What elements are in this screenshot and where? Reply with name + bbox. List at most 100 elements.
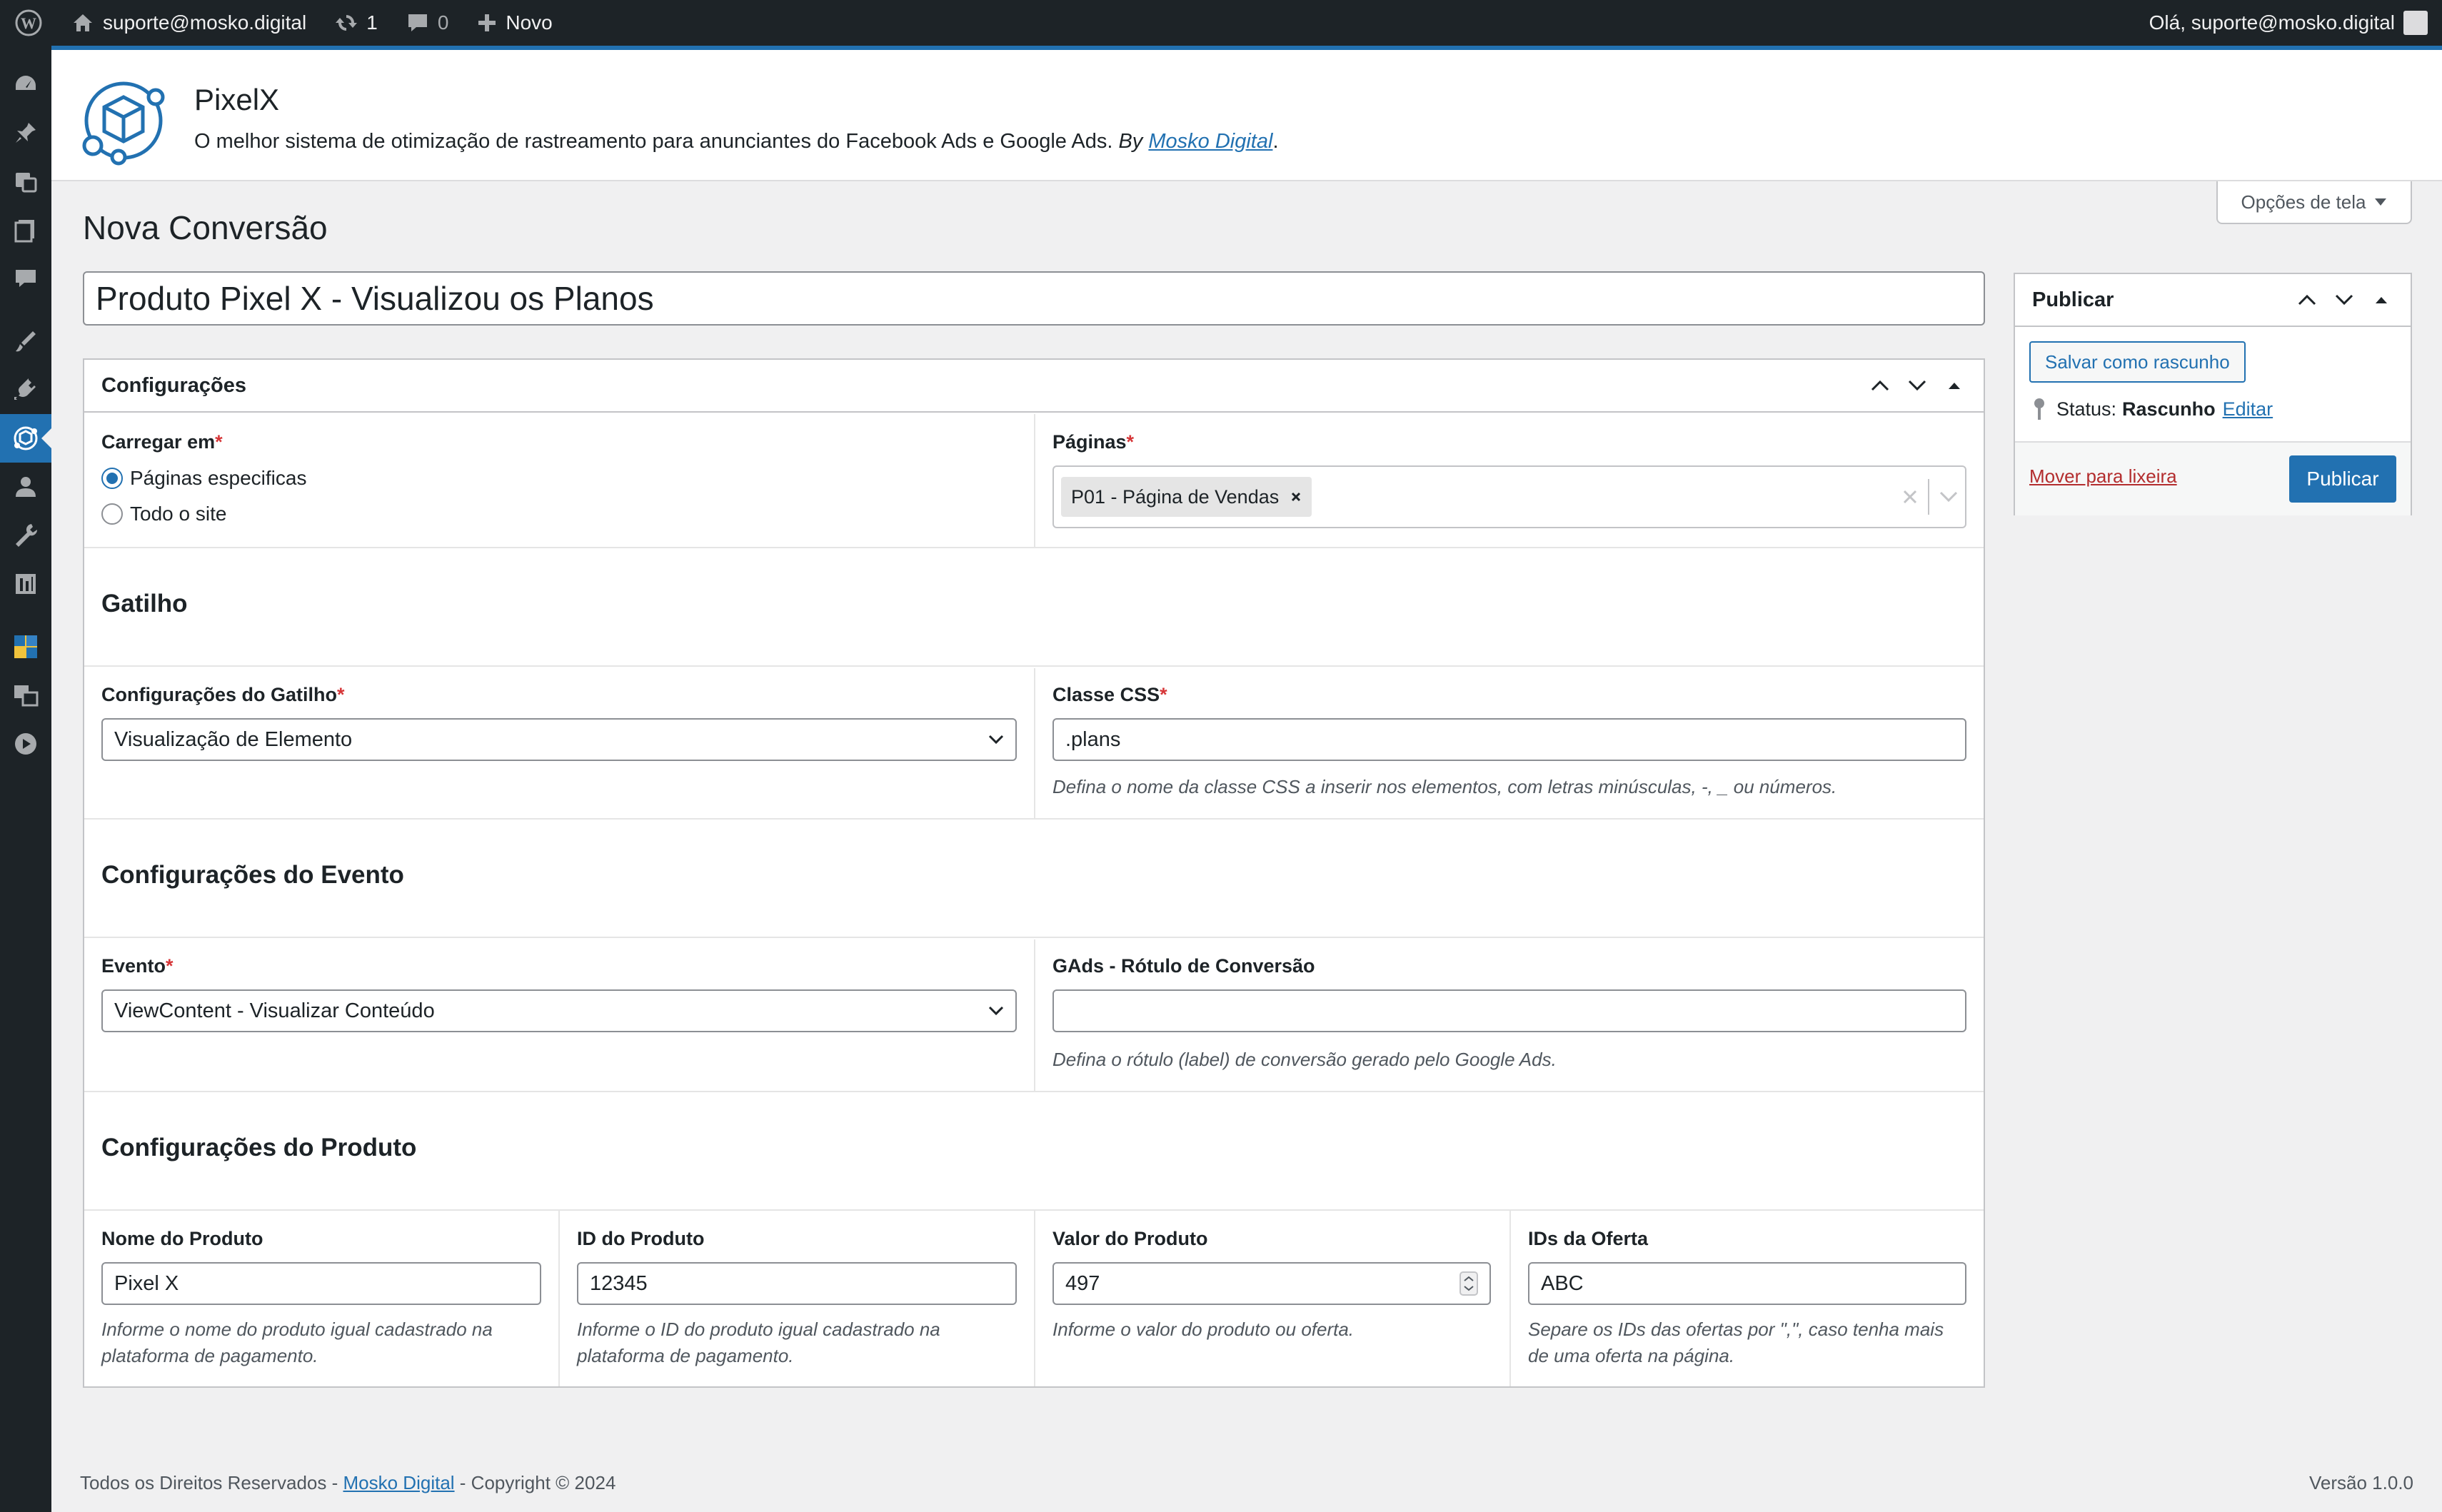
move-up-icon[interactable]: [1868, 373, 1892, 398]
chevron-down-icon: [988, 735, 1004, 745]
comments-icon: [408, 14, 427, 31]
pixelx-icon[interactable]: [0, 414, 51, 463]
pin-status-icon: [2034, 398, 2044, 420]
radio-specific-pages[interactable]: Páginas especificas: [101, 467, 306, 490]
comments-icon[interactable]: [0, 254, 51, 303]
product-name-input[interactable]: Pixel X: [101, 1262, 541, 1305]
translate-icon[interactable]: [0, 671, 51, 720]
move-down-icon[interactable]: [2332, 288, 2356, 312]
pages-multiselect[interactable]: P01 - Página de Vendas: [1052, 465, 1966, 528]
product-id-label: ID do Produto: [577, 1228, 705, 1249]
updates-link[interactable]: 1: [321, 0, 392, 46]
config-postbox-header: Configurações: [84, 360, 1984, 413]
radio-button-checked[interactable]: [101, 468, 123, 489]
post-title-input[interactable]: Produto Pixel X - Visualizou os Planos: [83, 271, 1985, 326]
media-icon[interactable]: [0, 157, 51, 206]
config-postbox: Configurações Carregar em* Páginas espec…: [83, 358, 1985, 1388]
number-stepper-icon[interactable]: [1459, 1271, 1478, 1296]
event-value: ViewContent - Visualizar Conteúdo: [114, 999, 435, 1022]
chevron-down-icon[interactable]: [1939, 491, 1958, 503]
offer-ids-help: Separe os IDs das ofertas por ",", caso …: [1528, 1319, 1944, 1366]
offer-ids-label: IDs da Oferta: [1528, 1228, 1649, 1249]
collapse-toggle-icon[interactable]: [1942, 373, 1966, 398]
footer-credits: Todos os Direitos Reservados - Mosko Dig…: [80, 1472, 615, 1494]
product-value-input[interactable]: 497: [1052, 1262, 1491, 1305]
radio-whole-site[interactable]: Todo o site: [101, 503, 226, 525]
mosko-digital-link[interactable]: Mosko Digital: [1148, 130, 1272, 153]
save-draft-label: Salvar como rascunho: [2045, 351, 2230, 373]
product-value-label: Valor do Produto: [1052, 1228, 1208, 1249]
my-account-link[interactable]: Olá, suporte@mosko.digital: [2135, 0, 2442, 46]
publish-postbox-header: Publicar: [2015, 274, 2411, 327]
screen-options-label: Opções de tela: [2241, 191, 2366, 213]
new-label: Novo: [506, 11, 553, 34]
save-draft-button[interactable]: Salvar como rascunho: [2029, 341, 2246, 383]
product-id-input[interactable]: 12345: [577, 1262, 1017, 1305]
admin-bar: W suporte@mosko.digital 1 0 Novo Olá, su…: [0, 0, 2442, 46]
trigger-config-select[interactable]: Visualização de Elemento: [101, 718, 1017, 761]
home-icon: [74, 14, 92, 31]
footer-rights: Todos os Direitos Reservados -: [80, 1472, 338, 1493]
plugins-icon[interactable]: [0, 366, 51, 414]
extension-icon[interactable]: [0, 623, 51, 671]
chevron-down-icon: [988, 1006, 1004, 1016]
remove-tag-icon[interactable]: [1290, 491, 1302, 503]
tools-icon[interactable]: [0, 511, 51, 560]
avatar: [2403, 11, 2428, 35]
status-label: Status:: [2056, 398, 2117, 420]
radio-button-unchecked[interactable]: [101, 503, 123, 525]
gads-conversion-label-input[interactable]: [1052, 989, 1966, 1032]
event-select[interactable]: ViewContent - Visualizar Conteúdo: [101, 989, 1017, 1032]
status-value: Rascunho: [2122, 398, 2216, 420]
pages-icon[interactable]: [0, 206, 51, 254]
updates-icon: [336, 15, 358, 31]
play-icon[interactable]: [0, 720, 51, 768]
move-down-icon[interactable]: [1905, 373, 1929, 398]
offer-ids-input[interactable]: ABC: [1528, 1262, 1966, 1305]
users-icon[interactable]: [0, 463, 51, 511]
page-title: Nova Conversão: [83, 209, 328, 246]
css-class-help: Defina o nome da classe CSS a inserir no…: [1052, 776, 1837, 797]
product-id-help: Informe o ID do produto igual cadastrado…: [577, 1319, 940, 1366]
pages-label: Páginas*: [1052, 431, 1135, 453]
trigger-config-value: Visualização de Elemento: [114, 727, 353, 751]
config-postbox-title: Configurações: [101, 373, 247, 397]
publish-button[interactable]: Publicar: [2289, 455, 2396, 503]
collapse-toggle-icon[interactable]: [2369, 288, 2393, 312]
trigger-section-title: Gatilho: [101, 590, 188, 618]
edit-status-link[interactable]: Editar: [2223, 398, 2273, 420]
post-title-value: Produto Pixel X - Visualizou os Planos: [96, 280, 654, 317]
comments-link[interactable]: 0: [392, 0, 463, 46]
greeting-label: Olá, suporte@mosko.digital: [2149, 11, 2395, 34]
site-name-link[interactable]: suporte@mosko.digital: [57, 0, 321, 46]
svg-text:W: W: [21, 14, 36, 32]
product-value-help: Informe o valor do produto ou oferta.: [1052, 1319, 1355, 1340]
selected-page-label: P01 - Página de Vendas: [1071, 485, 1280, 508]
pin-icon[interactable]: [0, 109, 51, 157]
publish-actions: Mover para lixeira Publicar: [2015, 441, 2411, 515]
clear-selection-icon[interactable]: [1902, 489, 1918, 505]
publish-postbox: Publicar Salvar como rascunho Status: Ra…: [2014, 273, 2412, 515]
css-class-input[interactable]: .plans: [1052, 718, 1966, 761]
footer-version: Versão 1.0.0: [2309, 1472, 2413, 1493]
screen-options-button[interactable]: Opções de tela: [2216, 181, 2412, 224]
load-in-label: Carregar em*: [101, 431, 223, 453]
by-label: By: [1118, 130, 1143, 153]
updates-count: 1: [366, 11, 378, 34]
move-to-trash-link[interactable]: Mover para lixeira: [2029, 465, 2177, 488]
new-content-link[interactable]: Novo: [463, 0, 566, 46]
move-up-icon[interactable]: [2295, 288, 2319, 312]
event-section-title: Configurações do Evento: [101, 861, 404, 889]
dashboard-icon[interactable]: [0, 60, 51, 109]
comments-count: 0: [437, 11, 449, 34]
plus-icon: [478, 14, 496, 31]
appearance-icon[interactable]: [0, 317, 51, 366]
css-class-value: .plans: [1065, 727, 1121, 751]
gads-help: Defina o rótulo (label) de conversão ger…: [1052, 1049, 1557, 1070]
wordpress-logo-icon[interactable]: W: [0, 0, 57, 46]
product-value-value: 497: [1065, 1271, 1100, 1295]
product-name-help: Informe o nome do produto igual cadastra…: [101, 1319, 493, 1366]
footer-brand-link[interactable]: Mosko Digital: [343, 1472, 455, 1493]
settings-icon[interactable]: [0, 560, 51, 608]
plugin-header: PixelX O melhor sistema de otimização de…: [51, 46, 2442, 181]
